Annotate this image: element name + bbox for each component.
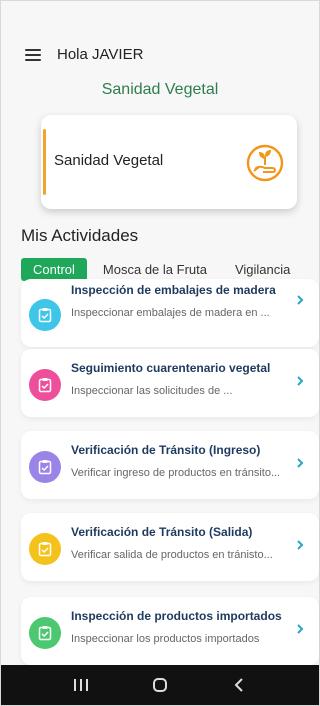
tab-mosca-de-la-fruta[interactable]: Mosca de la Fruta bbox=[91, 258, 219, 281]
activity-item-transito-salida[interactable]: Verificación de Tránsito (Salida) Verifi… bbox=[21, 513, 319, 581]
activity-description: Inspeccionar los productos importados bbox=[71, 633, 260, 645]
clipboard-check-icon bbox=[38, 460, 52, 475]
recent-apps-icon bbox=[73, 679, 88, 691]
android-navigation-bar bbox=[1, 665, 319, 705]
page-title: Sanidad Vegetal bbox=[101, 81, 219, 98]
activity-description: Verificar salida de productos en tránist… bbox=[71, 549, 273, 561]
top-bar: Hola JAVIER bbox=[1, 39, 319, 71]
activity-title: Inspección de embalajes de madera bbox=[71, 283, 276, 297]
chevron-right-icon bbox=[297, 376, 304, 386]
back-icon bbox=[234, 678, 244, 692]
activity-icon-circle bbox=[29, 369, 61, 401]
activity-title: Verificación de Tránsito (Salida) bbox=[71, 525, 253, 539]
back-button[interactable] bbox=[227, 673, 251, 697]
chevron-right-icon bbox=[297, 624, 304, 634]
hamburger-menu-icon[interactable] bbox=[25, 49, 41, 61]
activity-description: Verificar ingreso de productos en tránsi… bbox=[71, 467, 281, 479]
activity-item-productos-importados[interactable]: Inspección de productos importados Inspe… bbox=[21, 597, 319, 665]
activity-icon-circle bbox=[29, 617, 61, 649]
activity-title: Verificación de Tránsito (Ingreso) bbox=[71, 443, 261, 457]
activity-icon-circle bbox=[29, 451, 61, 483]
activity-description: Inspeccionar embalajes de madera en ... bbox=[71, 307, 270, 319]
activity-item-transito-ingreso[interactable]: Verificación de Tránsito (Ingreso) Verif… bbox=[21, 431, 319, 499]
activity-item-seguimiento-cuarentenario[interactable]: Seguimiento cuarentenario vegetal Inspec… bbox=[21, 349, 319, 417]
activity-title: Seguimiento cuarentenario vegetal bbox=[71, 361, 271, 375]
tab-control[interactable]: Control bbox=[21, 257, 87, 281]
module-card-label: Sanidad Vegetal bbox=[54, 152, 164, 169]
activity-tabs: Control Mosca de la Fruta Vigilancia bbox=[21, 257, 306, 281]
activity-icon-circle bbox=[29, 533, 61, 565]
app-screen: Hola JAVIER Sanidad Vegetal Sanidad Vege… bbox=[0, 0, 320, 706]
module-card-sanidad-vegetal[interactable]: Sanidad Vegetal bbox=[41, 115, 297, 209]
home-button[interactable] bbox=[148, 673, 172, 697]
status-bar bbox=[1, 1, 319, 31]
recent-apps-button[interactable] bbox=[69, 673, 93, 697]
home-icon bbox=[152, 678, 167, 692]
clipboard-check-icon bbox=[38, 308, 52, 323]
activity-icon-circle bbox=[29, 299, 61, 331]
chevron-right-icon bbox=[297, 540, 304, 550]
clipboard-check-icon bbox=[38, 378, 52, 393]
activity-description: Inspeccionar las solicitudes de ... bbox=[71, 385, 233, 397]
tab-vigilancia[interactable]: Vigilancia bbox=[223, 258, 302, 281]
chevron-right-icon bbox=[297, 295, 304, 305]
clipboard-check-icon bbox=[38, 626, 52, 641]
clipboard-check-icon bbox=[38, 542, 52, 557]
card-accent-bar bbox=[43, 129, 46, 195]
plant-in-hand-icon bbox=[246, 144, 284, 182]
greeting-text: Hola JAVIER bbox=[57, 46, 144, 63]
activity-title: Inspección de productos importados bbox=[71, 609, 282, 623]
activity-item-inspeccion-embalajes[interactable]: Inspección de embalajes de madera Inspec… bbox=[21, 279, 319, 347]
activities-section-title: Mis Actividades bbox=[21, 226, 139, 245]
chevron-right-icon bbox=[297, 458, 304, 468]
